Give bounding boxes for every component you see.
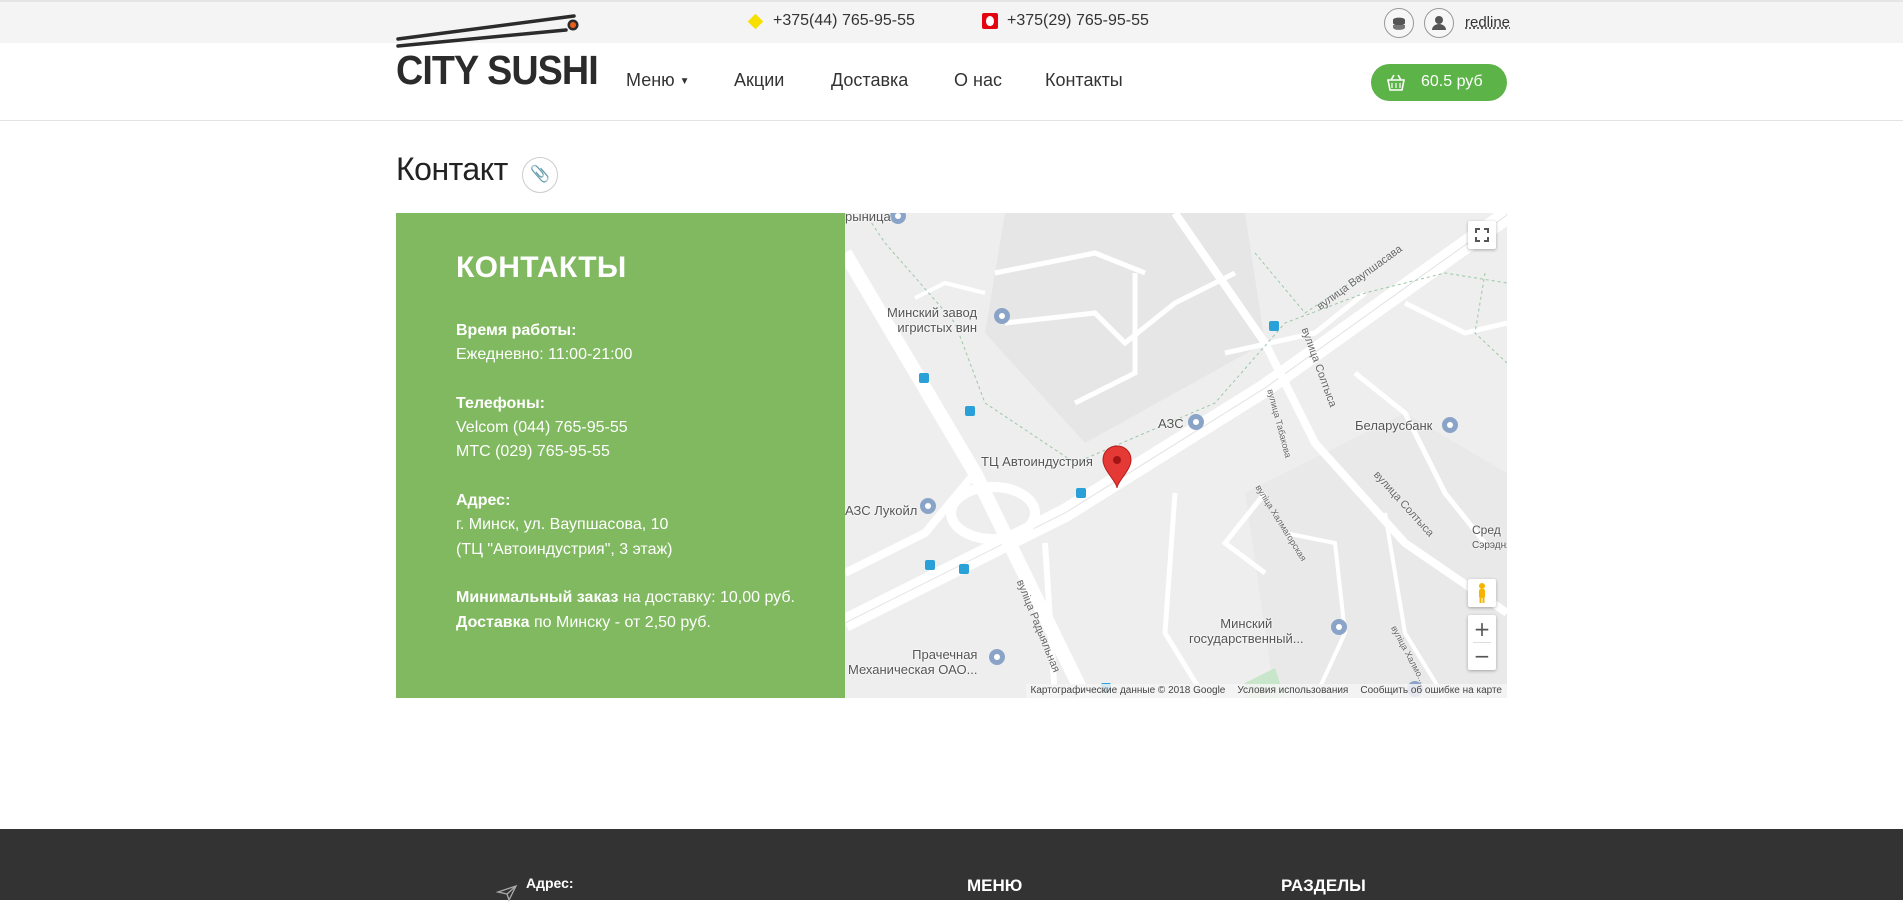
contacts-heading: КОНТАКТЫ — [456, 251, 627, 284]
address-label: Адрес: — [456, 492, 511, 510]
nav-contacts[interactable]: Контакты — [1045, 70, 1123, 91]
contacts-panel: КОНТАКТЫ Время работы: Ежедневно: 11:00-… — [396, 213, 845, 698]
address-line-1: г. Минск, ул. Ваупшасова, 10 — [456, 516, 669, 534]
hours-label: Время работы: — [456, 322, 577, 339]
phone-velcom-contact[interactable]: Velcom (044) 765-95-55 — [456, 416, 795, 440]
phone-mts-number[interactable]: +375(29) 765-95-55 — [1007, 12, 1149, 30]
map-label-lukoil: АЗС Лукойл — [845, 503, 918, 518]
city-sushi-logo[interactable]: CITY SUSHI — [396, 14, 599, 94]
hours-value: Ежедневно: 11:00-21:00 — [456, 346, 633, 364]
footer-sections-heading: РАЗДЕЛЫ — [1281, 876, 1366, 895]
min-order-label: Минимальный заказ — [456, 589, 619, 607]
map-label-gas-station: АЗС — [1158, 416, 1184, 431]
map-roads — [845, 213, 1507, 698]
address-line-2: (ТЦ "Автоиндустрия", 3 этаж) — [456, 540, 673, 558]
contacts-body: Время работы: Ежедневно: 11:00-21:00 Тел… — [456, 319, 795, 635]
map-label-sred-2: Сэрэдняя — [1472, 540, 1507, 551]
user-icon[interactable] — [1424, 8, 1454, 38]
footer-address-label: Адрес: — [526, 875, 574, 891]
cart-total: 60.5 руб — [1421, 73, 1483, 90]
map-terms-link[interactable]: Условия использования — [1237, 684, 1348, 698]
user-link[interactable]: redline — [1465, 14, 1510, 31]
map-label-laundry-1: Прачечная — [912, 647, 978, 662]
map-label-winery: Минский завод игристых вин — [887, 305, 977, 335]
delivery-label: Доставка — [456, 613, 530, 631]
sushi-bowl-icon[interactable] — [1384, 8, 1414, 38]
map-data-credit: Картографические данные © 2018 Google — [1030, 685, 1226, 696]
velcom-diamond-icon — [748, 13, 764, 29]
map-label-belarusbank: Беларусбанк — [1355, 418, 1433, 433]
min-order-value: на доставку: 10,00 руб. — [618, 589, 795, 607]
street-view-pegman-icon[interactable] — [1468, 579, 1496, 607]
min-order-line: Минимальный заказ на доставку: 10,00 руб… — [456, 586, 795, 610]
zoom-controls: + − — [1468, 615, 1496, 670]
paperclip-icon[interactable]: 📎 — [522, 157, 558, 193]
basket-icon — [1385, 73, 1407, 98]
map-label-sred-1: Сред — [1472, 523, 1501, 537]
map-label-winery-1: Минский завод — [887, 305, 978, 320]
map-label-laundry-2: Механическая ОАО... — [848, 662, 978, 677]
footer: Адрес: МЕНЮ РАЗДЕЛЫ — [0, 829, 1903, 902]
header — [0, 43, 1903, 121]
map-label-top-left: рыница — [845, 213, 891, 224]
paper-plane-icon — [495, 884, 518, 907]
page-title: Контакт — [396, 151, 508, 187]
nav-promotions[interactable]: Акции — [734, 70, 784, 91]
mts-egg-icon — [982, 13, 998, 29]
phone-mts-contact[interactable]: МТС (029) 765-95-55 — [456, 440, 795, 464]
fullscreen-icon[interactable] — [1468, 221, 1496, 249]
map-label-state: Минский государственный... — [1189, 616, 1304, 646]
cart-button[interactable]: 60.5 руб — [1371, 64, 1507, 101]
zoom-in-button[interactable]: + — [1468, 615, 1496, 643]
phone-mts[interactable]: +375(29) 765-95-55 — [982, 12, 1149, 30]
delivery-line: Доставка по Минску - от 2,50 руб. — [456, 611, 795, 635]
footer-menu-heading: МЕНЮ — [967, 876, 1023, 895]
google-map[interactable]: рыница Минский завод игристых вин АЗС Бе… — [845, 213, 1507, 698]
phone-velcom-number[interactable]: +375(44) 765-95-55 — [773, 12, 915, 30]
map-attribution: Картографические данные © 2018 Google Ус… — [1025, 684, 1507, 698]
map-label-sred: Сред Сэрэдняя — [1472, 523, 1507, 553]
chevron-down-icon: ▼ — [679, 76, 690, 87]
map-label-state-1: Минский — [1220, 616, 1273, 631]
map-label-winery-2: игристых вин — [897, 320, 978, 335]
map-label-mall: ТЦ Автоиндустрия — [981, 454, 1093, 469]
phones-label: Телефоны: — [456, 394, 545, 412]
nav-menu-label: Меню — [626, 70, 675, 90]
phone-velcom[interactable]: +375(44) 765-95-55 — [748, 12, 915, 30]
nav-delivery[interactable]: Доставка — [831, 70, 908, 91]
zoom-out-button[interactable]: − — [1468, 642, 1496, 670]
map-report-link[interactable]: Сообщить об ошибке на карте — [1360, 684, 1502, 698]
map-label-laundry: Прачечная Механическая ОАО... — [848, 647, 977, 677]
logo-text: CITY SUSHI — [396, 47, 599, 93]
top-bar: +375(44) 765-95-55 +375(29) 765-95-55 re… — [0, 0, 1903, 43]
nav-about[interactable]: О нас — [954, 70, 1002, 91]
map-label-state-2: государственный... — [1189, 631, 1304, 646]
delivery-value: по Минску - от 2,50 руб. — [529, 613, 711, 631]
nav-menu[interactable]: Меню ▼ — [626, 70, 690, 91]
